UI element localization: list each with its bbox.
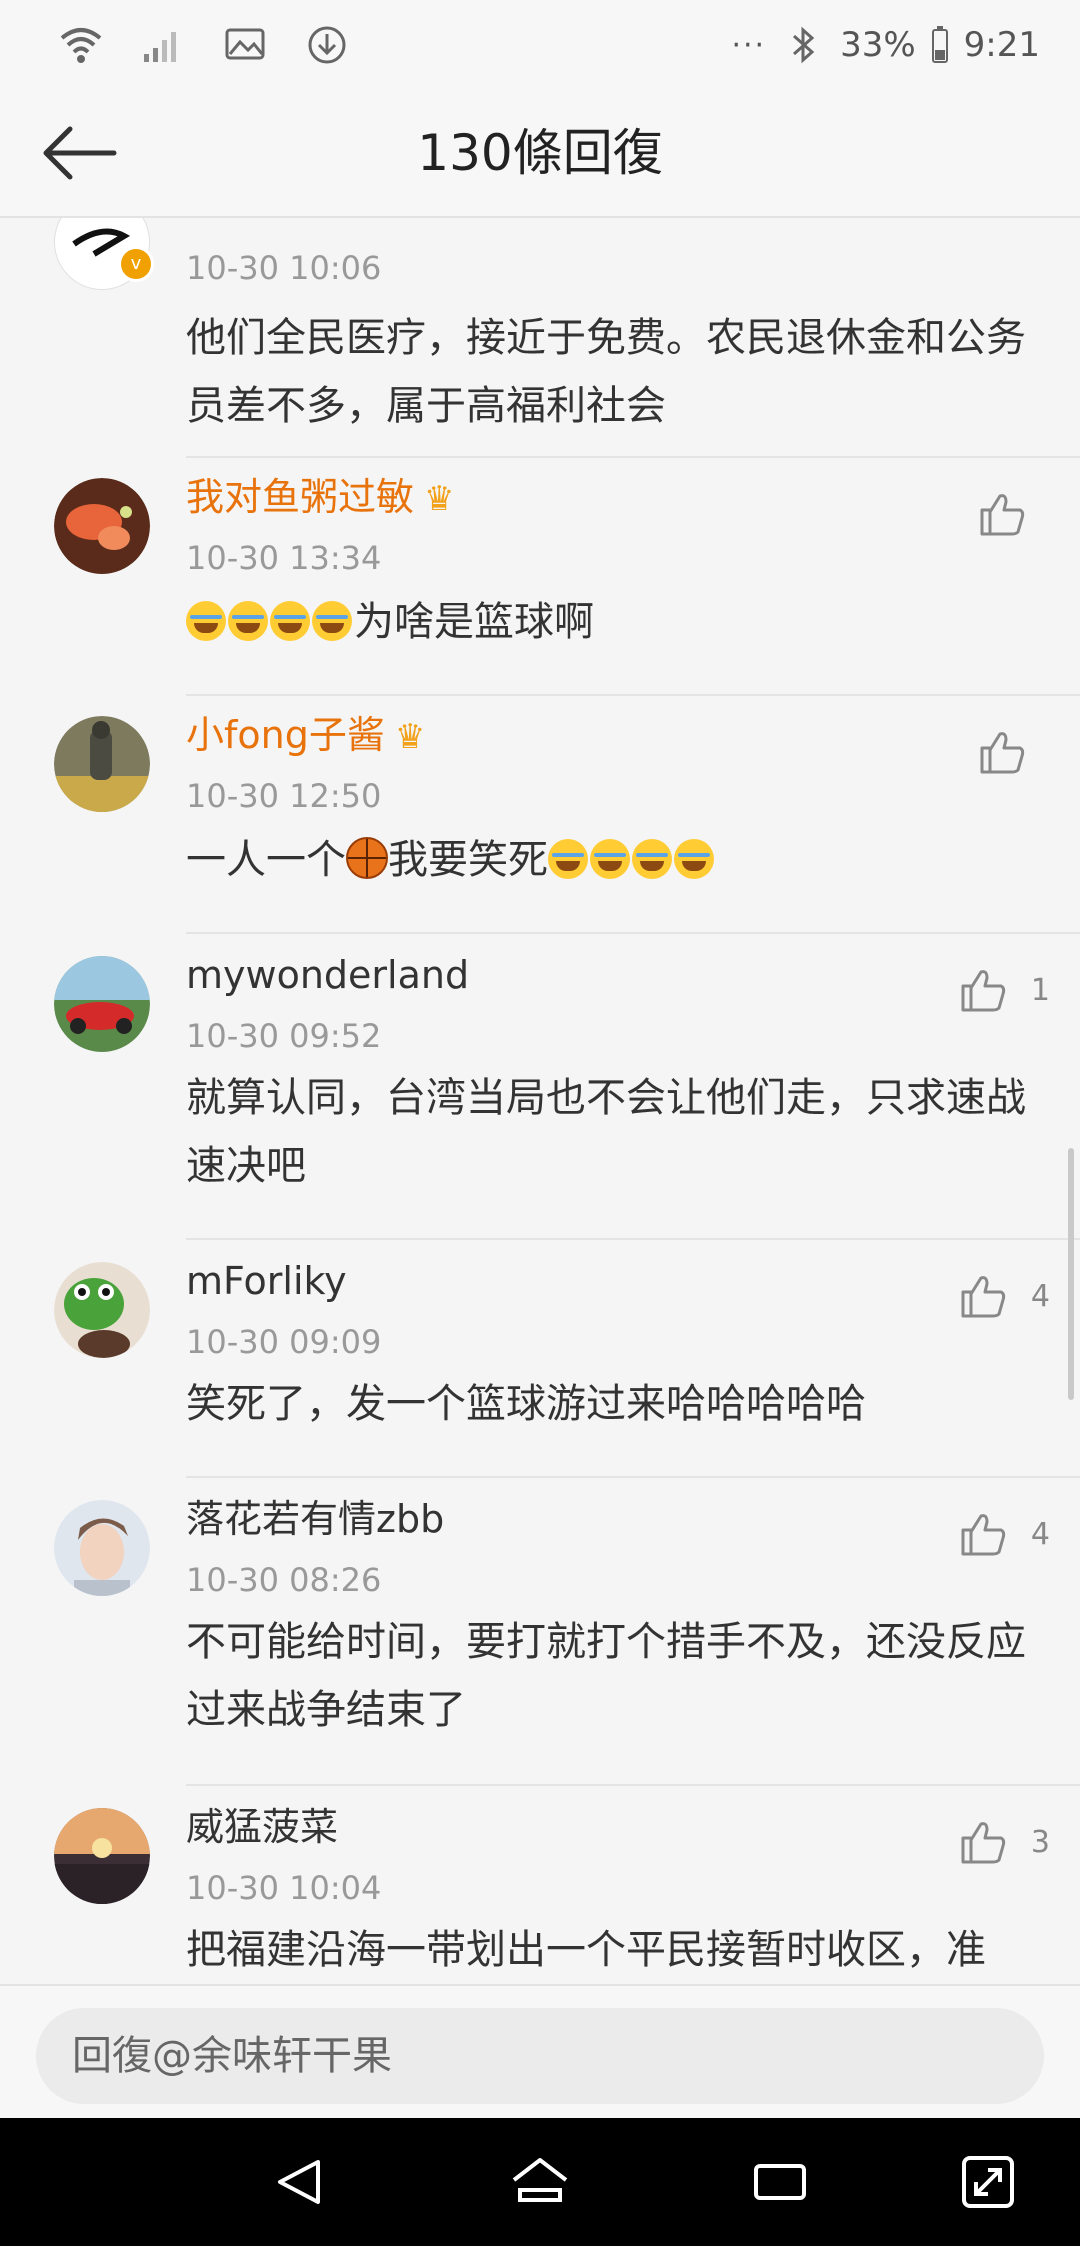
comment-text-part1: 一人一个 (186, 837, 346, 883)
divider (186, 694, 1080, 696)
avatar[interactable] (54, 1500, 150, 1596)
divider (186, 1238, 1080, 1240)
comment-time: 10-30 09:52 (186, 1017, 382, 1055)
thumbs-up-icon (961, 1276, 1006, 1318)
crying-laughing-emoji-icon (590, 839, 630, 879)
back-triangle-icon[interactable] (268, 2150, 332, 2214)
wifi-icon (58, 22, 104, 68)
status-right: ··· 33% 9:21 (731, 22, 1040, 68)
comment-username[interactable]: 落花若有情zbb (186, 1494, 444, 1544)
thumbs-up-icon (980, 494, 1025, 536)
like-count: 1 (1030, 972, 1050, 1008)
thumbs-up-icon (980, 732, 1025, 774)
thumbs-up-icon (961, 970, 1006, 1012)
verified-badge-icon: v (118, 246, 154, 282)
bluetooth-icon (780, 22, 826, 68)
comment-time: 10-30 09:09 (186, 1323, 382, 1361)
status-left-icons (58, 22, 350, 68)
reply-input[interactable]: 回復@余味轩干果 (36, 2008, 1044, 2104)
system-navigation-bar (0, 2118, 1080, 2246)
avatar[interactable] (54, 1262, 150, 1358)
basketball-emoji-icon (346, 837, 388, 879)
expand-icon[interactable] (956, 2150, 1020, 2214)
top-nav-bar: 130條回復 (0, 90, 1080, 218)
comment-text: 笑死了，发一个篮球游过来哈哈哈哈哈 (186, 1381, 866, 1427)
signal-icon (140, 22, 186, 68)
like-count: 3 (1030, 1824, 1050, 1860)
battery-icon (930, 22, 950, 68)
scrollbar[interactable] (1068, 1148, 1074, 1400)
thumbs-up-icon (961, 1514, 1006, 1556)
home-icon[interactable] (508, 2150, 572, 2214)
crying-laughing-emoji-icon (632, 839, 672, 879)
crown-icon: ♛ (394, 717, 426, 757)
comment-time: 10-30 10:06 (186, 249, 382, 287)
comment-text-body: 为啥是篮球啊 (354, 599, 594, 645)
like-button[interactable]: 3 (957, 1816, 1050, 1868)
reply-bar: 回復@余味轩干果 (0, 1984, 1080, 2118)
comment-username[interactable]: 威猛菠菜 (186, 1802, 338, 1852)
comment-username[interactable]: 小fong子酱 ♛ (186, 710, 425, 762)
comment-username[interactable]: mForliky (186, 1256, 347, 1306)
comment-text: 为啥是篮球啊 (186, 588, 1036, 656)
like-button[interactable]: 4 (957, 1270, 1050, 1322)
comment-text: 就算认同，台湾当局也不会让他们走，只求速战速决吧 (186, 1075, 1026, 1189)
avatar[interactable] (54, 1808, 150, 1904)
download-icon (304, 22, 350, 68)
comment-text: 一人一个 我要笑死 (186, 826, 1036, 894)
crying-laughing-emoji-icon (186, 601, 226, 641)
like-count: 4 (1030, 1278, 1050, 1314)
comment-time: 10-30 12:50 (186, 777, 382, 815)
username-text: 小fong子酱 (186, 713, 385, 757)
crying-laughing-emoji-icon (228, 601, 268, 641)
like-button[interactable] (976, 726, 1050, 778)
crying-laughing-emoji-icon (270, 601, 310, 641)
comment-time: 10-30 13:34 (186, 539, 382, 577)
comment-time: 10-30 08:26 (186, 1561, 382, 1599)
recents-icon[interactable] (748, 2150, 812, 2214)
divider (186, 1476, 1080, 1478)
comment-time: 10-30 10:04 (186, 1869, 382, 1907)
comment-username[interactable]: mywonderland (186, 950, 469, 1000)
divider (186, 456, 1080, 458)
avatar[interactable] (54, 956, 150, 1052)
comment-text-part2: 我要笑死 (388, 837, 548, 883)
comment-text: 把福建沿海一带划出一个平民接暂时收区，准 (186, 1927, 986, 1973)
thumbs-up-icon (961, 1822, 1006, 1864)
crying-laughing-emoji-icon (548, 839, 588, 879)
comment-text: 他们全民医疗，接近于免费。农民退休金和公务员差不多，属于高福利社会 (186, 315, 1026, 429)
username-text: 我对鱼粥过敏 (186, 475, 415, 519)
page-title: 130條回復 (417, 124, 663, 182)
crying-laughing-emoji-icon (312, 601, 352, 641)
divider (186, 932, 1080, 934)
avatar[interactable] (54, 478, 150, 574)
more-dots-icon: ··· (731, 27, 767, 63)
comment-username[interactable]: 我对鱼粥过敏 ♛ (186, 472, 455, 524)
like-button[interactable]: 4 (957, 1508, 1050, 1560)
status-bar: ··· 33% 9:21 (0, 0, 1080, 90)
crying-laughing-emoji-icon (674, 839, 714, 879)
comment-text: 不可能给时间，要打就打个措手不及，还没反应过来战争结束了 (186, 1619, 1026, 1733)
clock-time: 9:21 (963, 25, 1040, 65)
like-count: 4 (1030, 1516, 1050, 1552)
battery-percent: 33% (840, 25, 916, 65)
crown-icon: ♛ (424, 479, 455, 519)
divider (186, 1784, 1080, 1786)
like-button[interactable] (976, 488, 1050, 540)
avatar[interactable] (54, 716, 150, 812)
like-button[interactable]: 1 (957, 964, 1050, 1016)
comment-list[interactable]: v 10-30 10:06 他们全民医疗，接近于免费。农民退休金和公务员差不多，… (0, 218, 1080, 1984)
image-icon (222, 22, 268, 68)
